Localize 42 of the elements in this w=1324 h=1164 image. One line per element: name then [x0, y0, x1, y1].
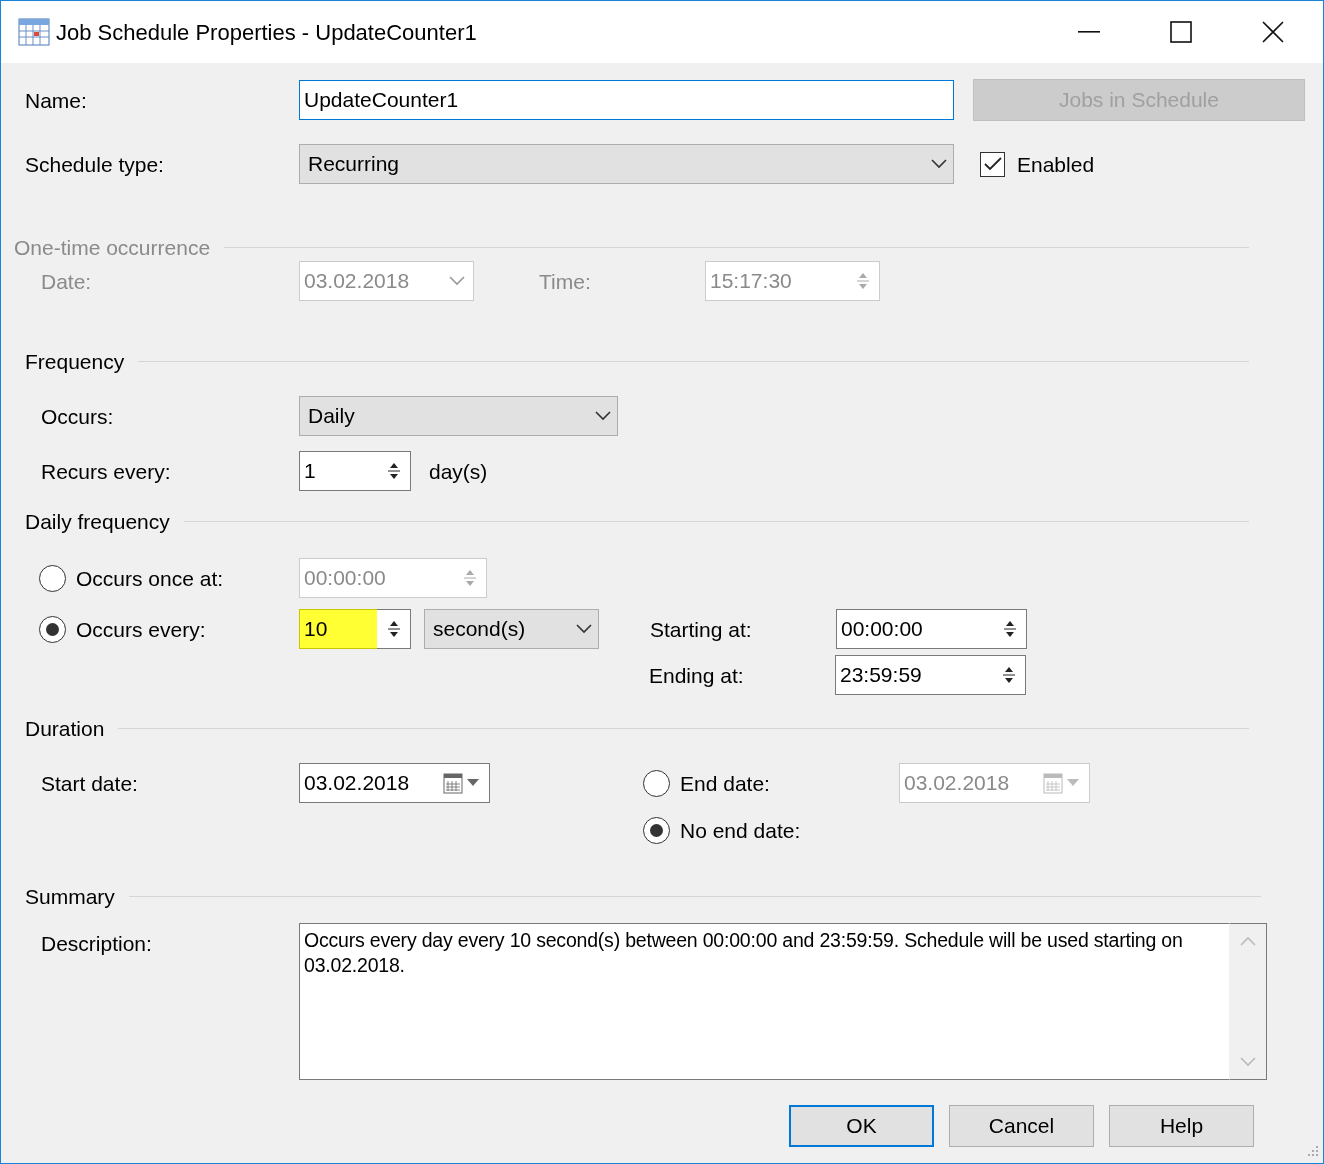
radio-button[interactable]: End date: [643, 769, 899, 797]
chevron-icon [595, 411, 611, 421]
checkmark-icon [983, 157, 1002, 171]
maximize-icon [1170, 21, 1192, 43]
chevron-icon [576, 624, 592, 634]
dialog-button[interactable]: Help [1109, 1105, 1254, 1147]
section-title: Duration [25, 717, 105, 739]
schedule-type-dropdown[interactable]: Recurring [299, 144, 954, 184]
resize-grip-icon [1305, 1145, 1319, 1159]
section-title: Daily frequency [25, 510, 170, 532]
field-label: Ending at: [649, 664, 745, 686]
minimize-icon [1078, 31, 1100, 33]
field-label: Time: [539, 270, 592, 292]
close-icon [1262, 21, 1284, 43]
section-title: Summary [25, 885, 115, 907]
field-label: Recurs every: [41, 460, 172, 482]
field-label: day(s) [429, 460, 488, 482]
dialog-button[interactable]: Cancel [949, 1105, 1094, 1147]
unit-dropdown[interactable]: second(s) [424, 609, 599, 649]
field-label: Occurs: [41, 405, 115, 427]
field-label: Schedule type: [25, 153, 165, 175]
field-label: Start date: [41, 772, 139, 794]
section-title: One-time occurrence [14, 236, 211, 258]
description-field[interactable]: Occurs every day every 10 second(s) between 00:00:00 and 23:59:59. Schedule will be used starting on 03.02.2018. [299, 923, 1229, 1080]
radio-button[interactable]: Occurs once at: [39, 564, 299, 592]
section-title: Frequency [25, 350, 125, 372]
field-label: Description: [41, 933, 153, 954]
enabled-checkbox[interactable]: Enabled [980, 151, 1095, 177]
radio-button[interactable]: Occurs every: [39, 615, 299, 643]
window-title: Job Schedule Properties - UpdateCounter1 [56, 18, 477, 47]
radio-button[interactable]: No end date: [643, 816, 801, 844]
occurs-dropdown[interactable]: Daily [299, 396, 618, 436]
name-field[interactable]: UpdateCounter1 [299, 80, 954, 120]
chevron-icon [931, 159, 947, 169]
field-label: Name: [25, 89, 88, 111]
spin-button[interactable] [377, 609, 411, 649]
grid-icon [18, 18, 50, 46]
field-label: Date: [41, 270, 93, 292]
dialog-button[interactable]: OK [789, 1105, 934, 1147]
field-label: Starting at: [650, 618, 753, 640]
vertical-scrollbar[interactable] [1229, 923, 1267, 1080]
number-field[interactable]: 10 [299, 609, 377, 649]
